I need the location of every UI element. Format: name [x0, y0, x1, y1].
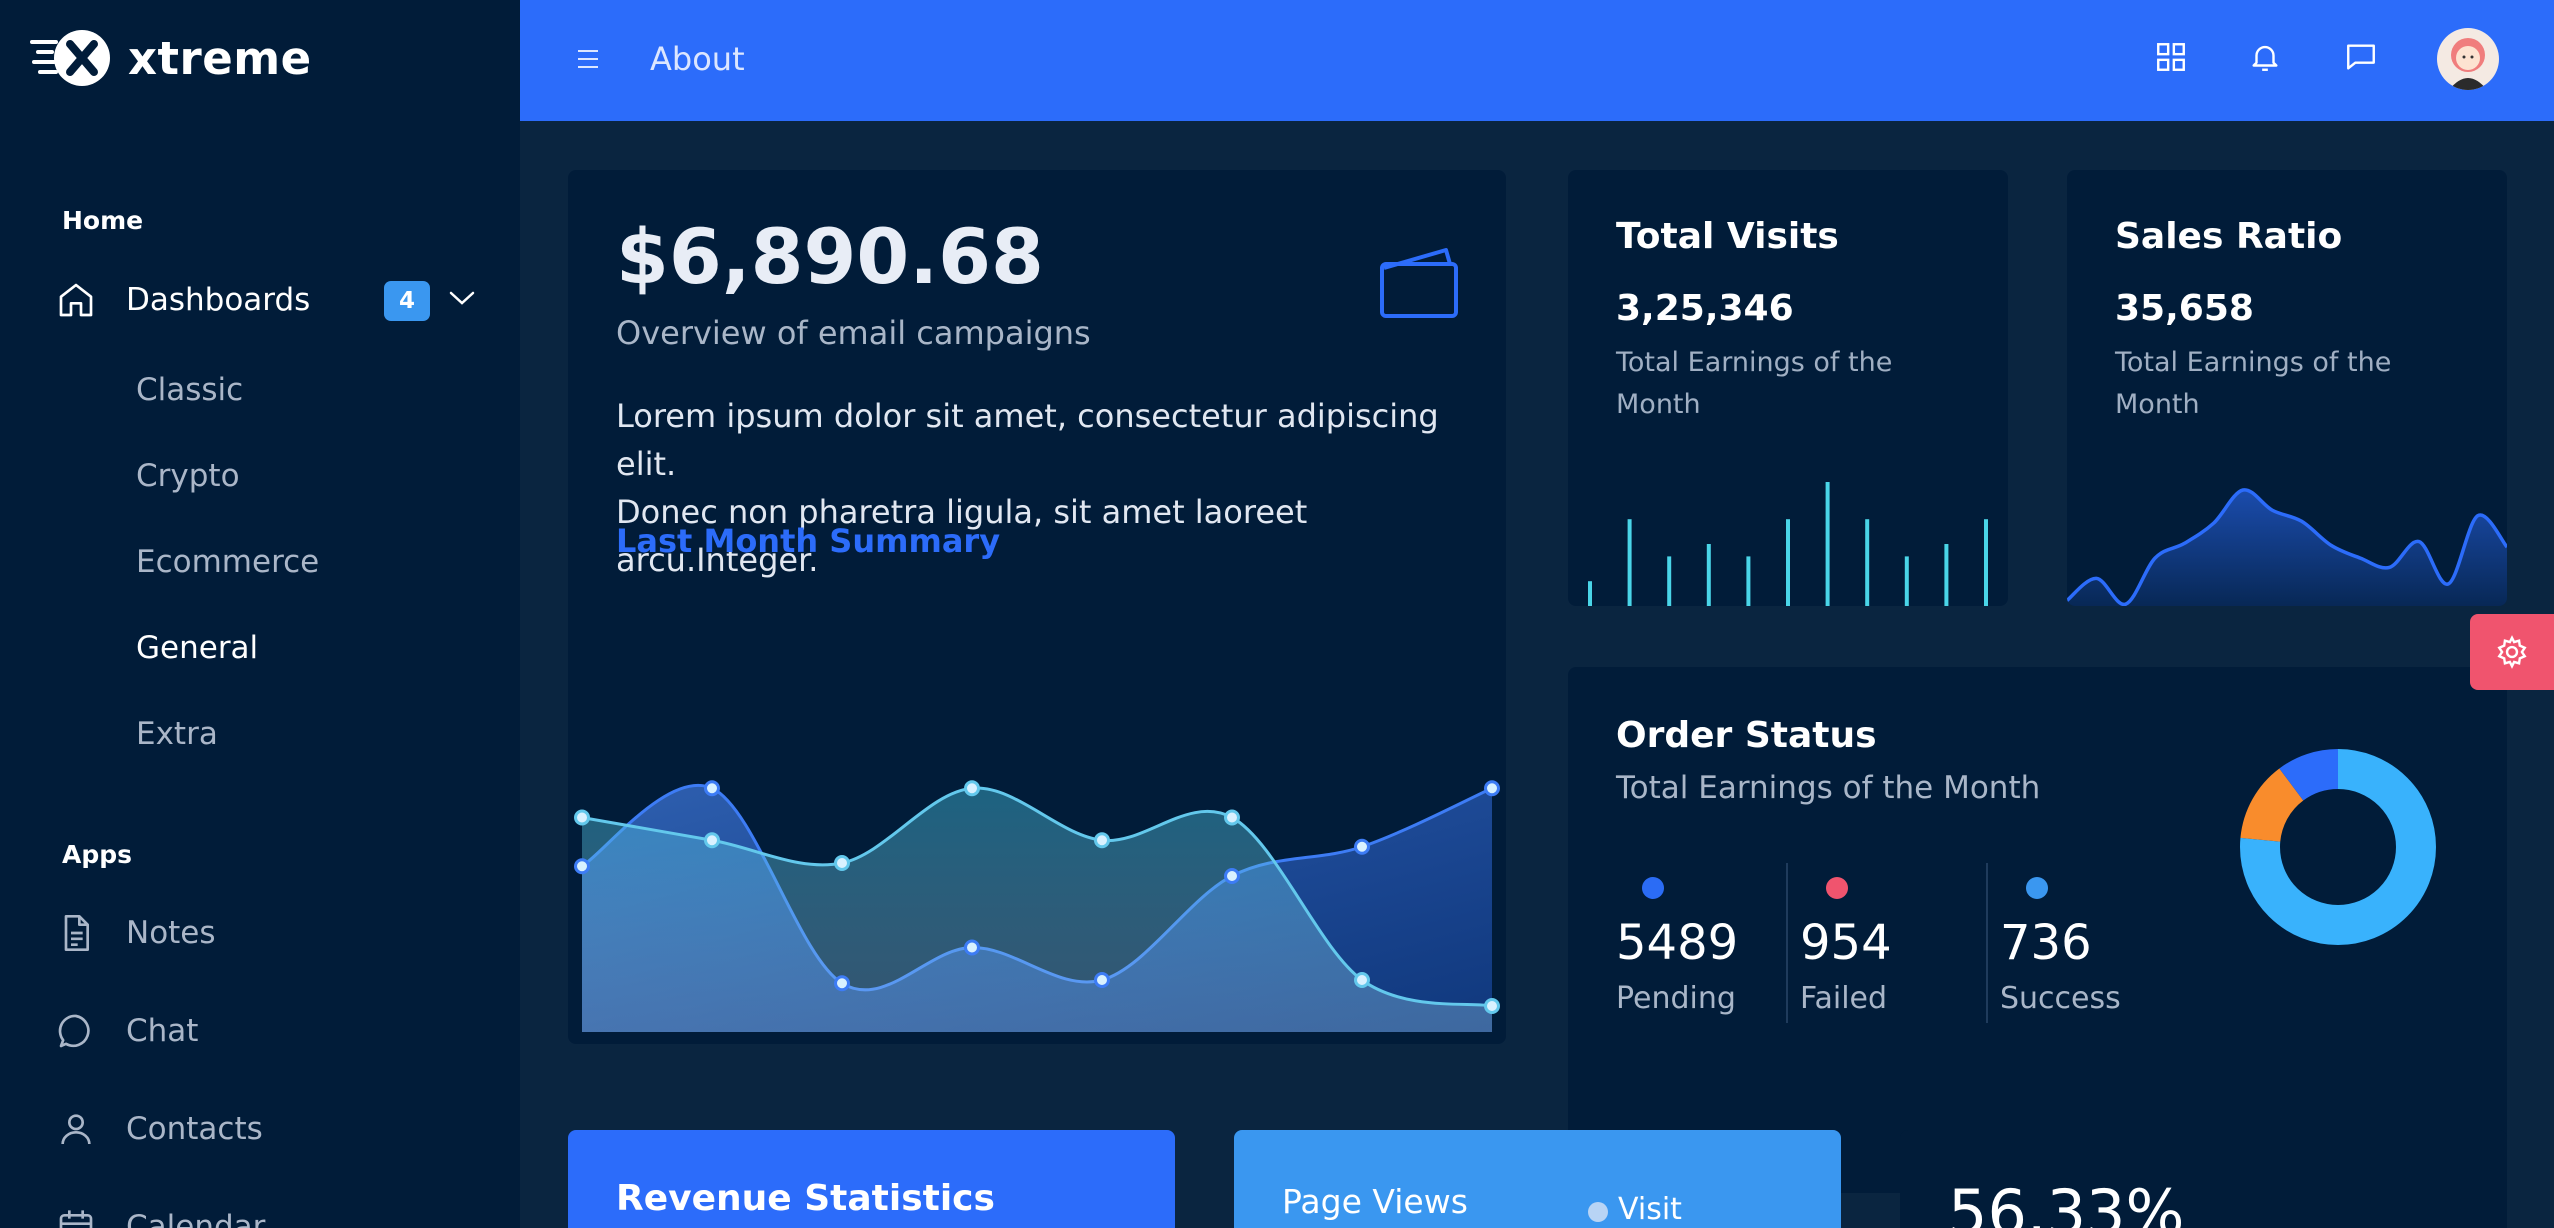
visit-bar [1944, 544, 1949, 606]
visit-bar [1667, 556, 1672, 606]
data-point [704, 832, 720, 849]
sidebar-item-dashboards[interactable]: Dashboards [56, 270, 310, 330]
user-avatar-icon [2449, 38, 2487, 90]
data-point [964, 780, 980, 797]
visit-bar [1904, 556, 1909, 606]
visit-bar [1825, 482, 1830, 606]
sidebar-item-label: Contacts [126, 1111, 263, 1147]
notes-icon [64, 915, 89, 951]
sidebar-subitem-crypto[interactable]: Crypto [136, 458, 240, 494]
percentage-card: 56.33% [1900, 1130, 2507, 1228]
visit-bar [1588, 581, 1592, 606]
visit-legend-label: Visit [1618, 1192, 1682, 1227]
data-point [1354, 838, 1370, 855]
sidebar-item-label: Dashboards [126, 282, 311, 318]
data-point [574, 858, 590, 875]
visit-bar [1786, 519, 1790, 606]
apps-section-label: Apps [62, 840, 133, 869]
chat-icon [58, 1014, 90, 1048]
sidebar-subitem-extra[interactable]: Extra [136, 716, 218, 752]
data-point [834, 975, 850, 992]
data-point [1224, 809, 1240, 826]
sidebar: xtreme Home Dashboards 4 Classic Crypto … [0, 0, 520, 1228]
data-point [1224, 868, 1240, 884]
sidebar-subitem-classic[interactable]: Classic [136, 372, 243, 408]
sidebar-item-contacts[interactable]: Contacts [56, 1099, 263, 1159]
visit-legend-dot [1588, 1202, 1608, 1222]
contacts-icon [61, 1114, 91, 1145]
apps-grid-icon[interactable] [2154, 40, 2188, 74]
page-views-card: Page Views Visit [1234, 1130, 1841, 1228]
percentage-value: 56.33% [1948, 1176, 2185, 1228]
sidebar-item-notes[interactable]: Notes [56, 903, 216, 963]
gear-icon [2497, 635, 2527, 669]
failed-label: Failed [1800, 981, 1888, 1016]
sidebar-subitem-general[interactable]: General [136, 630, 258, 666]
data-point [1094, 832, 1110, 849]
message-icon[interactable] [2344, 40, 2378, 74]
sidebar-item-label: Notes [126, 915, 216, 951]
total-visits-card: Total Visits 3,25,346 Total Earnings of … [1568, 170, 2008, 606]
sales-area [2067, 489, 2507, 606]
sidebar-item-label: Chat [126, 1013, 199, 1049]
data-point [1484, 998, 1500, 1014]
visit-bar [1627, 519, 1632, 606]
sidebar-item-calendar[interactable]: Calendar [56, 1197, 265, 1228]
logo-icon [30, 30, 110, 86]
total-visits-bar-chart [1588, 482, 1988, 606]
page-views-title: Page Views [1282, 1182, 1468, 1221]
sales-ratio-area-chart [2067, 488, 2507, 606]
visit-bar [1865, 519, 1870, 606]
order-status-donut-chart [2240, 749, 2436, 945]
visit-bar [1984, 519, 1988, 606]
top-bar: About [520, 0, 2554, 121]
pending-label: Pending [1616, 981, 1736, 1016]
sidebar-item-chat[interactable]: Chat [56, 1001, 198, 1061]
main-content: $6,890.68 Overview of email campaigns Lo… [520, 121, 2554, 1228]
sidebar-subitem-ecommerce[interactable]: Ecommerce [136, 544, 319, 580]
email-campaign-card: $6,890.68 Overview of email campaigns Lo… [568, 170, 1506, 1044]
sales-ratio-card: Sales Ratio 35,658 Total Earnings of the… [2067, 170, 2507, 606]
revenue-statistics-title: Revenue Statistics [616, 1178, 995, 1219]
home-section-label: Home [62, 206, 144, 235]
revenue-statistics-card: Revenue Statistics [568, 1130, 1175, 1228]
chevron-down-icon[interactable] [448, 288, 476, 308]
bell-icon[interactable] [2248, 40, 2282, 74]
pending-value: 5489 [1616, 915, 1739, 971]
brand-name: xtreme [128, 31, 312, 85]
failed-value: 954 [1800, 915, 1892, 971]
order-status-card: Order Status Total Earnings of the Month… [1568, 667, 2507, 1193]
data-point [574, 809, 590, 826]
success-dot [2026, 877, 2048, 899]
menu-icon[interactable] [576, 48, 600, 70]
overview-area-chart [574, 780, 1500, 1032]
pending-dot [1642, 877, 1664, 899]
sidebar-item-label: Calendar [126, 1209, 266, 1228]
home-icon [59, 283, 93, 317]
data-point [1354, 972, 1370, 988]
brand[interactable]: xtreme [30, 28, 312, 88]
data-point [1094, 972, 1110, 988]
order-status-title: Order Status [1616, 715, 1877, 756]
data-point [834, 855, 850, 871]
success-value: 736 [2000, 915, 2092, 971]
settings-button[interactable] [2470, 614, 2554, 690]
calendar-icon [59, 1210, 93, 1228]
dashboards-count-badge: 4 [384, 281, 430, 321]
data-point [1484, 780, 1500, 797]
avatar[interactable] [2437, 28, 2499, 90]
page-title: About [650, 40, 745, 78]
data-point [964, 939, 980, 956]
success-label: Success [2000, 981, 2121, 1016]
failed-dot [1826, 877, 1848, 899]
visit-bar [1706, 544, 1711, 606]
visit-bar [1746, 556, 1751, 606]
data-point [704, 780, 720, 797]
stat-divider [1786, 863, 1788, 1023]
stat-divider [1986, 863, 1988, 1023]
order-status-subtitle: Total Earnings of the Month [1616, 770, 2041, 806]
